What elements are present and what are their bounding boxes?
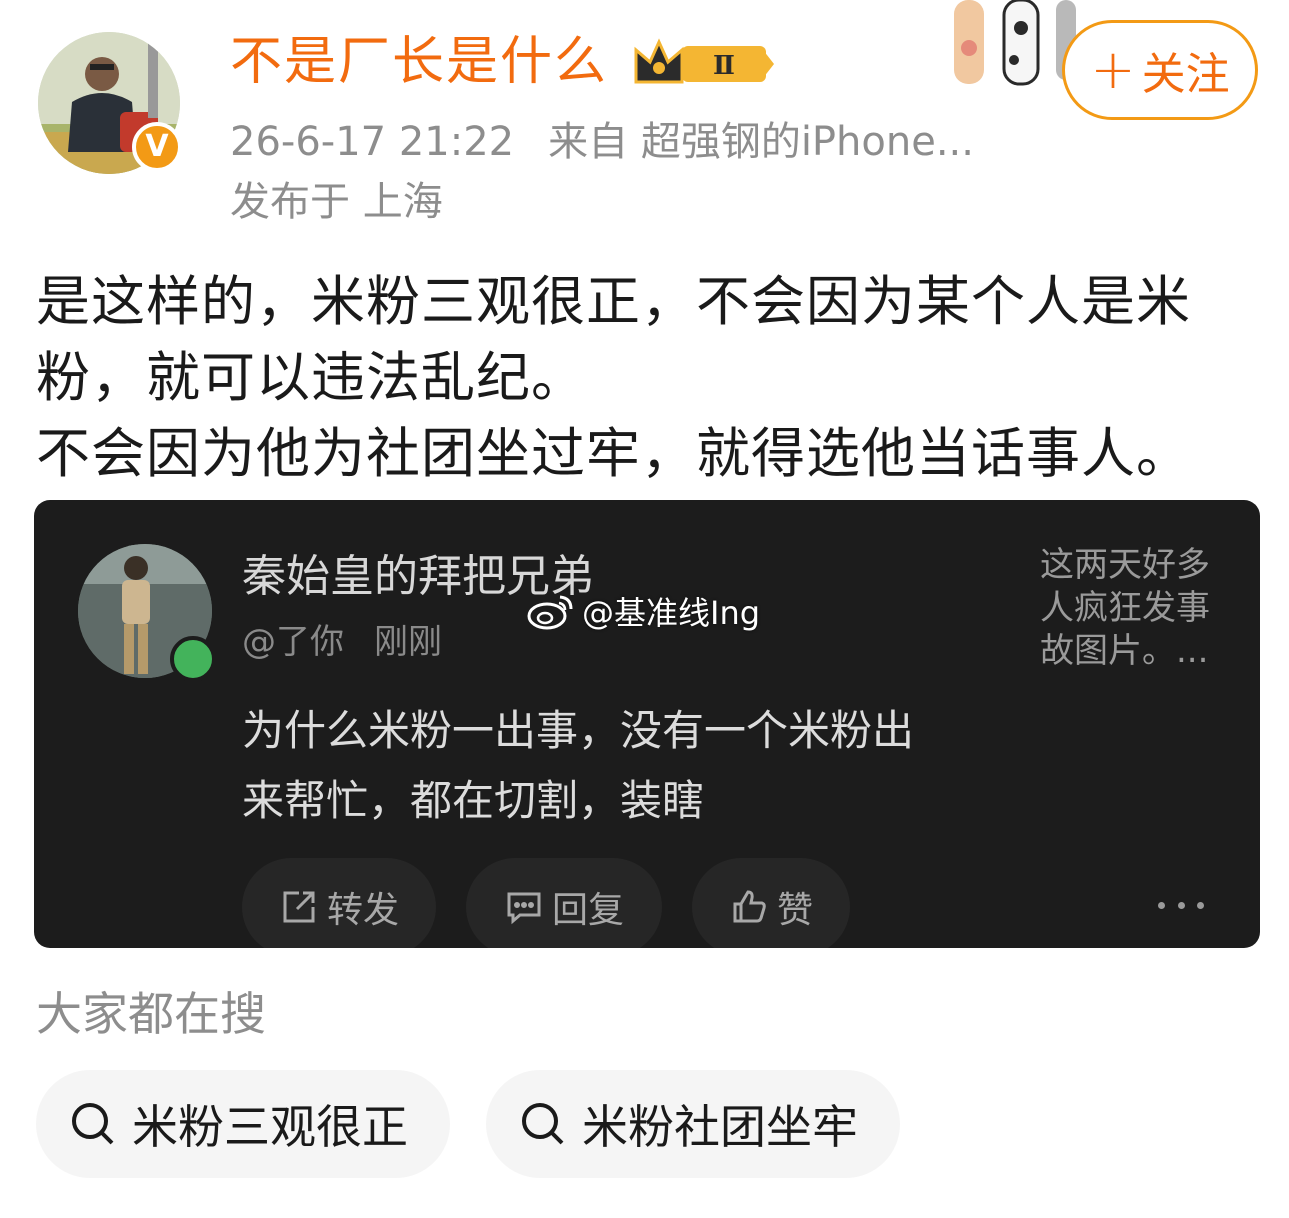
embed-side-line: 人疯狂发事 (1040, 588, 1210, 628)
embed-side-line: 这两天好多 (1040, 545, 1210, 585)
embed-handle-row: @了你 刚刚 (242, 618, 472, 666)
author-name[interactable]: 不是厂长是什么 (230, 30, 608, 94)
post-text-line: 粉，就可以违法乱纪。 (36, 346, 586, 409)
watermark-text: @基准线Ing (582, 594, 761, 632)
trending-search-title: 大家都在搜 (36, 987, 266, 1041)
embed-time: 刚刚 (374, 622, 442, 662)
verified-badge-icon: V (132, 122, 182, 172)
repost-icon (283, 891, 315, 923)
follow-button-label: 关注 (1141, 49, 1230, 100)
repost-label: 转发 (326, 890, 399, 931)
watermark: @基准线Ing (526, 588, 760, 634)
search-chip-2[interactable]: 米粉社团坐牢 (486, 1070, 900, 1178)
embed-content-line: 为什么米粉一出事，没有一个米粉出 (242, 706, 915, 755)
search-icon (72, 1103, 114, 1145)
search-chip-1[interactable]: 米粉三观很正 (36, 1070, 450, 1178)
level-badge-text: Ⅱ (713, 51, 735, 81)
embed-handle: @了你 (242, 622, 344, 662)
reply-label: 回复 (551, 890, 624, 931)
like-label: 赞 (776, 890, 813, 931)
search-icon (522, 1103, 564, 1145)
post-source: 来自 超强钢的iPhone... (548, 119, 974, 165)
embed-side-text: 这两天好多 人疯狂发事 故图片。... (1040, 544, 1230, 673)
embed-like-button[interactable]: 赞 (692, 858, 850, 948)
embed-content-line: 来帮忙，都在切割，装瞎 (242, 776, 705, 825)
search-chip-label: 米粉三观很正 (132, 1100, 408, 1154)
online-status-dot (170, 636, 216, 682)
cat-paws-decoration-icon (954, 0, 1076, 86)
more-icon[interactable] (1158, 890, 1204, 920)
embed-side-line: 故图片。... (1040, 631, 1209, 671)
embedded-screenshot[interactable]: 秦始皇的拜把兄弟 @了你 刚刚 这两天好多 人疯狂发事 故图片。... 为什么米粉… (34, 500, 1260, 948)
comment-icon (507, 892, 541, 925)
post-timestamp: 26-6-17 21:22 (230, 119, 515, 165)
embed-reply-button[interactable]: 回复 (466, 858, 662, 948)
post-location: 发布于 上海 (230, 179, 443, 225)
weibo-logo-icon (527, 595, 573, 630)
post-text: 是这样的，米粉三观很正，不会因为某个人是米 粉，就可以违法乱纪。 不会因为他为社… (36, 264, 1256, 492)
embed-content: 为什么米粉一出事，没有一个米粉出 来帮忙，都在切割，装瞎 (242, 696, 1002, 836)
follow-button[interactable]: + 关注 (1062, 20, 1258, 120)
post-text-line: 不会因为他为社团坐过牢，就得选他当话事人。 (36, 422, 1191, 485)
post-meta: 26-6-17 21:22 来自 超强钢的iPhone... (230, 116, 1008, 168)
crown-level-icon: Ⅱ (634, 38, 774, 84)
post-text-line: 是这样的，米粉三观很正，不会因为某个人是米 (36, 270, 1191, 333)
thumbs-up-icon (733, 890, 766, 923)
plus-icon: + (1090, 38, 1136, 101)
search-chip-label: 米粉社团坐牢 (582, 1100, 858, 1154)
embed-repost-button[interactable]: 转发 (242, 858, 436, 948)
